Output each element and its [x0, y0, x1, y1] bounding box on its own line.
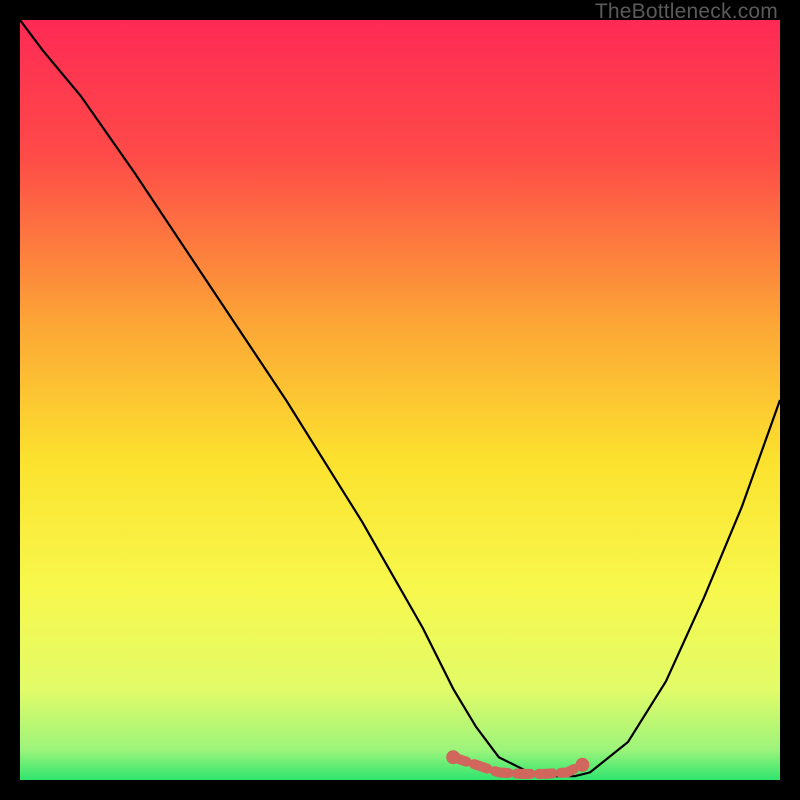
optimal-range-start-dot — [446, 750, 460, 764]
optimal-range-marker — [446, 750, 589, 774]
curve-layer — [20, 20, 780, 780]
watermark-text: TheBottleneck.com — [595, 0, 778, 24]
plot-area — [20, 20, 780, 780]
bottleneck-curve — [20, 20, 780, 776]
optimal-range-end-dot — [575, 758, 589, 772]
chart-frame: TheBottleneck.com — [0, 0, 800, 800]
